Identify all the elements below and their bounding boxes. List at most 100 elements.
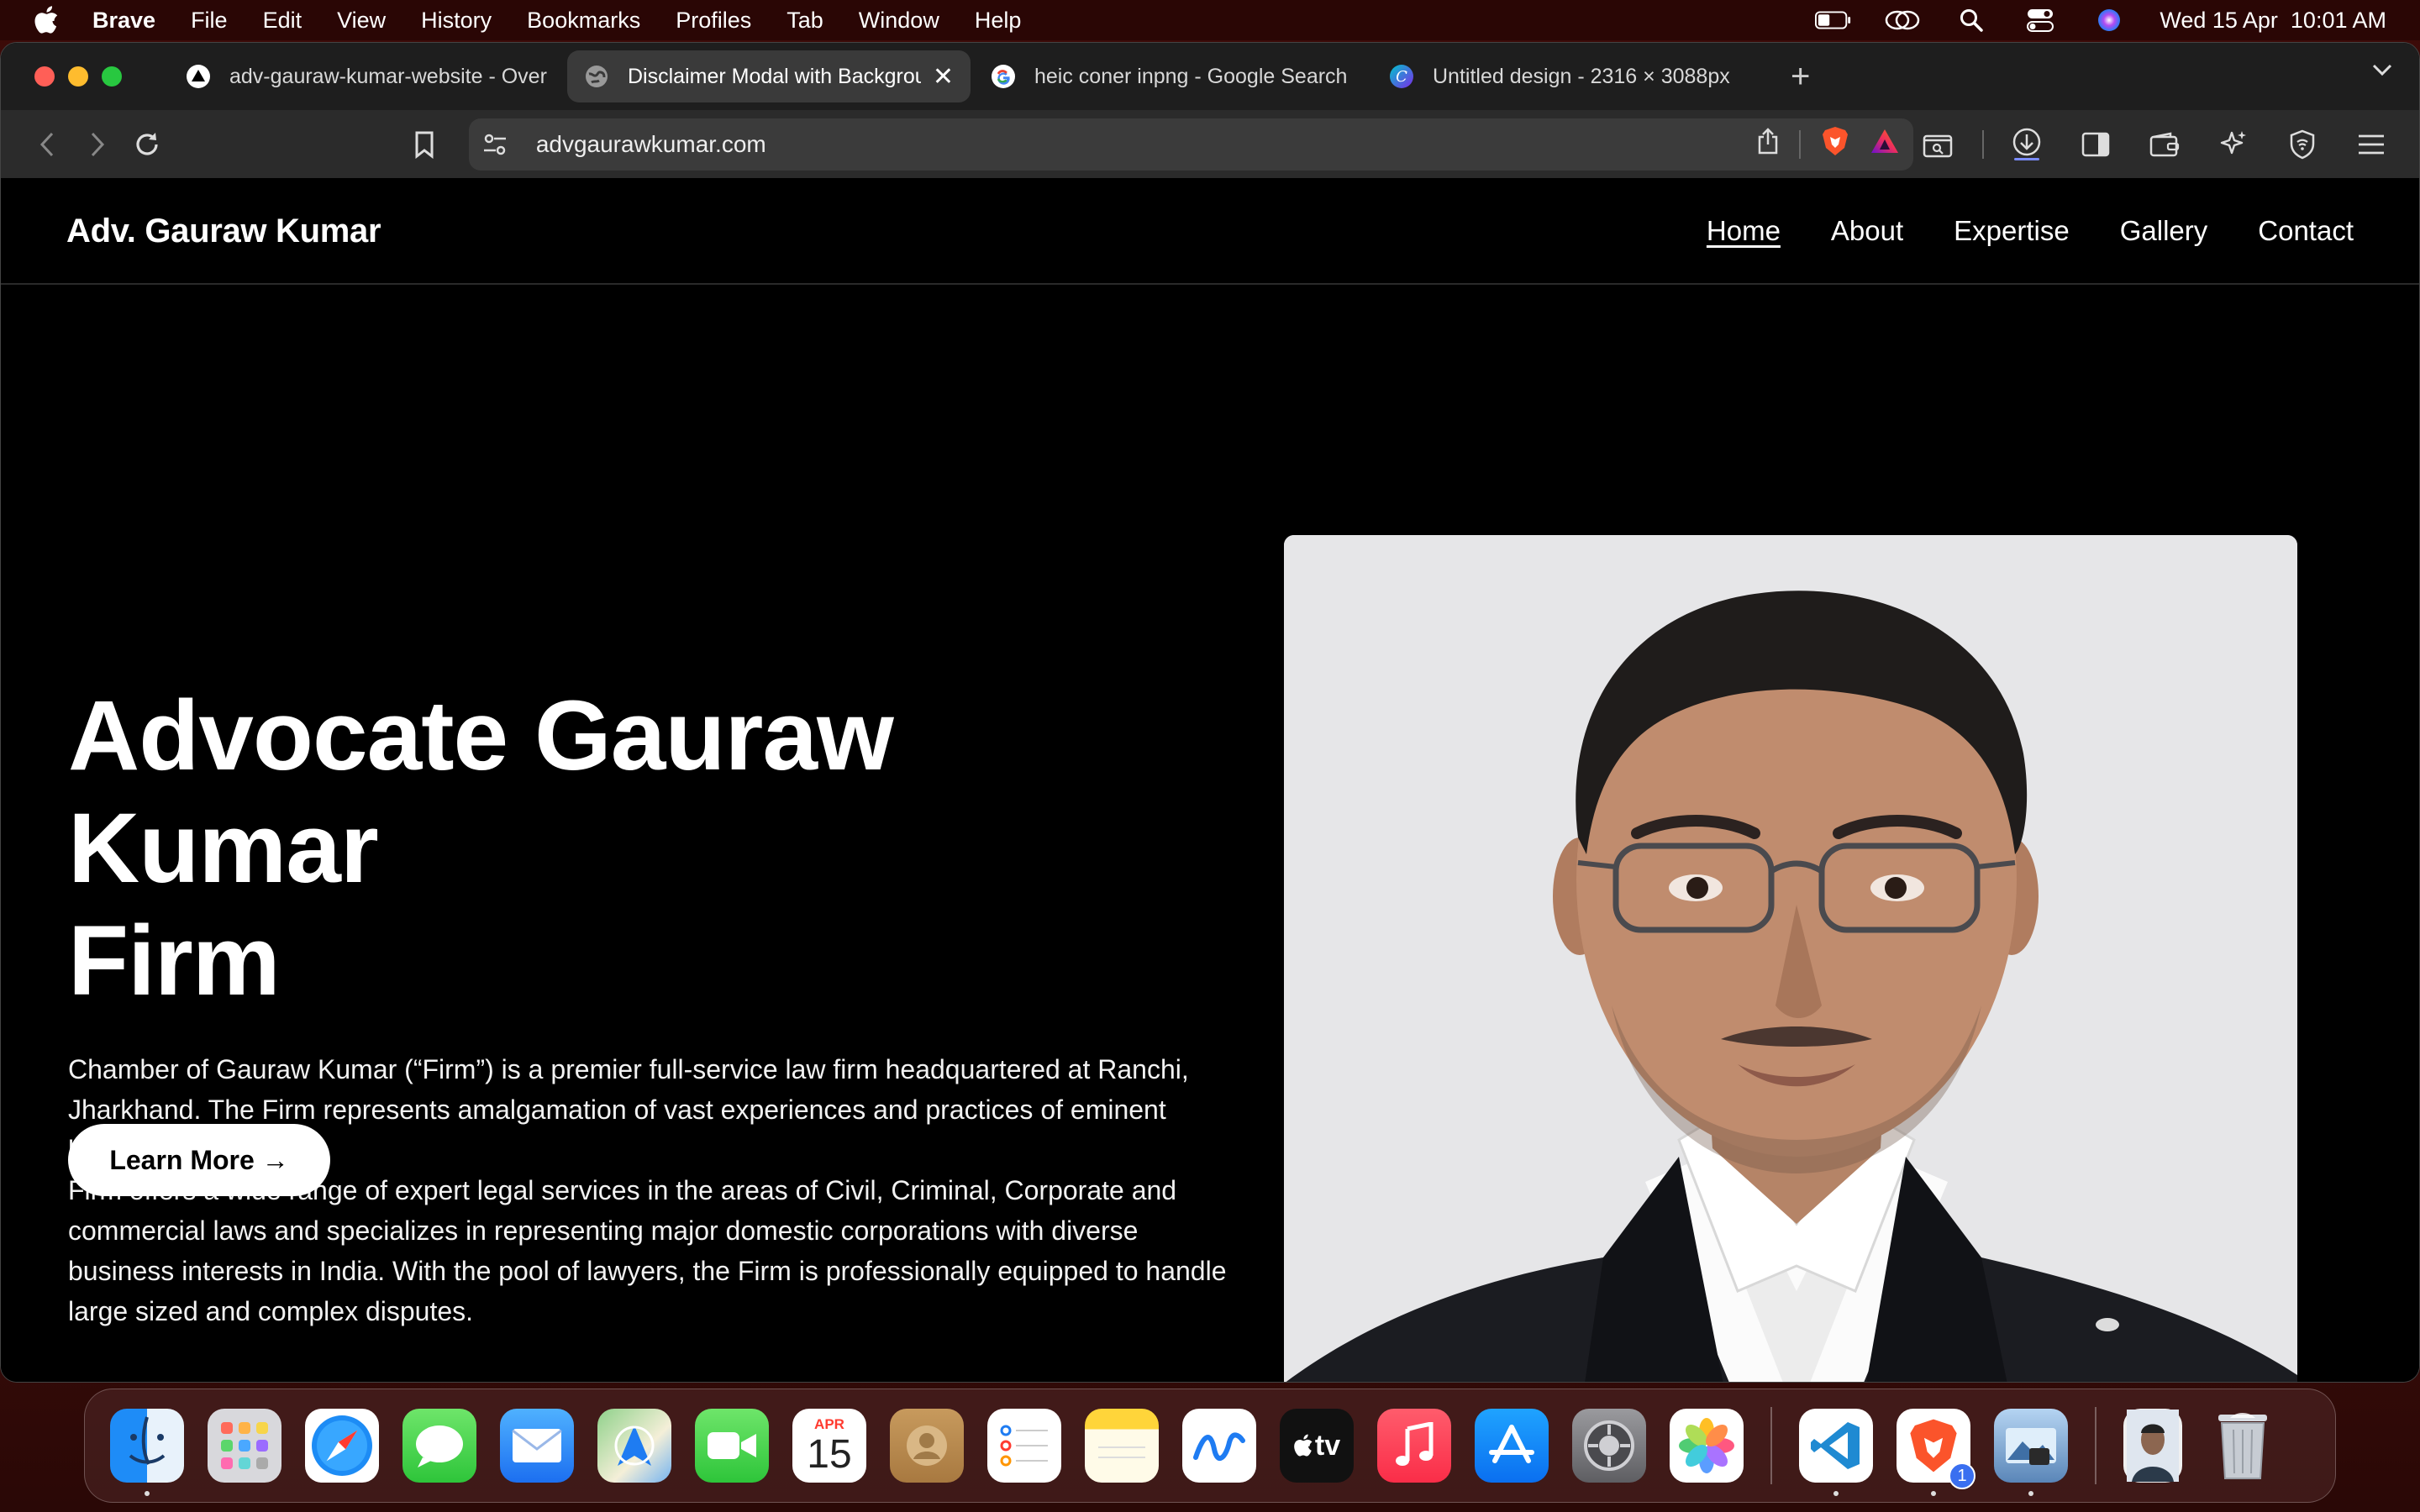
reload-icon[interactable] (123, 120, 171, 169)
maps-icon[interactable] (597, 1409, 671, 1483)
nav-link-gallery[interactable]: Gallery (2120, 215, 2208, 247)
recent-document-thumbnail[interactable] (2123, 1409, 2182, 1483)
share-icon[interactable] (1757, 127, 1779, 161)
system-settings-icon[interactable] (1572, 1409, 1646, 1483)
apple-icon[interactable] (34, 6, 60, 34)
site-brand-link[interactable]: Adv. Gauraw Kumar (66, 213, 381, 250)
contacts-icon[interactable] (890, 1409, 964, 1483)
brave-shields-icon[interactable] (1821, 125, 1849, 163)
nav-link-home[interactable]: Home (1707, 215, 1781, 247)
launchpad-icon[interactable] (208, 1409, 281, 1483)
nav-link-expertise[interactable]: Expertise (1954, 215, 2070, 247)
menu-view[interactable]: View (337, 8, 386, 34)
google-icon (991, 64, 1016, 89)
apple-tv-icon[interactable]: tv (1280, 1409, 1354, 1483)
tab-canva-design[interactable]: C Untitled design - 2316 × 3088px (1372, 50, 1767, 102)
back-arrow-icon[interactable] (23, 120, 71, 169)
music-icon[interactable] (1377, 1409, 1451, 1483)
chevron-down-icon[interactable] (2370, 61, 2394, 82)
siri-icon[interactable] (2091, 8, 2128, 33)
mail-icon[interactable] (500, 1409, 574, 1483)
reminders-icon[interactable] (987, 1409, 1061, 1483)
downloads-icon[interactable] (2002, 120, 2051, 169)
hero-paragraph-2: Firm offers a wide range of expert legal… (68, 1175, 1227, 1326)
running-indicator (1833, 1491, 1839, 1496)
zoom-window-button[interactable] (102, 66, 122, 87)
svg-text:C: C (1396, 68, 1407, 86)
new-tab-button[interactable]: + (1791, 58, 1810, 96)
freeform-icon[interactable] (1182, 1409, 1256, 1483)
reader-mode-icon[interactable] (1913, 120, 1962, 169)
site-navbar: Adv. Gauraw Kumar Home About Expertise G… (1, 179, 2419, 285)
brave-rewards-icon[interactable] (1870, 128, 1900, 160)
notes-icon[interactable] (1085, 1409, 1159, 1483)
menu-tab[interactable]: Tab (786, 8, 823, 34)
preview-icon[interactable] (1994, 1409, 2068, 1496)
hamburger-menu-icon[interactable] (2347, 120, 2396, 169)
address-bar[interactable]: advgaurawkumar.com (468, 118, 1914, 171)
browser-toolbar: advgaurawkumar.com (1, 110, 2419, 179)
portrait-illustration (1284, 535, 2297, 1382)
leo-ai-icon[interactable] (2209, 120, 2258, 169)
tab-google-search[interactable]: heic coner inpng - Google Search (974, 50, 1369, 102)
menu-help[interactable]: Help (975, 8, 1022, 34)
hero-title-line1: Advocate Gauraw Kumar (68, 680, 894, 904)
app-store-icon[interactable] (1475, 1409, 1549, 1483)
safari-icon[interactable] (305, 1409, 379, 1483)
canva-icon: C (1389, 64, 1414, 89)
close-tab-icon[interactable]: ✕ (933, 62, 954, 92)
tab-vercel-overview[interactable]: adv-gauraw-kumar-website - Overview (169, 50, 564, 102)
tab-title: heic coner inpng - Google Search (1034, 64, 1348, 88)
messages-icon[interactable] (402, 1409, 476, 1483)
vercel-icon (186, 64, 211, 89)
globe-icon (584, 64, 609, 89)
divider (1982, 129, 1985, 159)
menu-window[interactable]: Window (859, 8, 939, 34)
wallet-icon[interactable] (2140, 120, 2189, 169)
running-indicator (1931, 1491, 1936, 1496)
hero-title-line2: Firm (68, 906, 281, 1016)
control-center-icon[interactable] (2022, 8, 2059, 33)
brave-browser-icon[interactable]: 1 (1897, 1409, 1975, 1496)
search-icon[interactable] (1953, 8, 1990, 33)
browser-window: adv-gauraw-kumar-website - Overview Disc… (0, 42, 2420, 1383)
battery-icon[interactable] (1815, 8, 1852, 33)
nav-link-about[interactable]: About (1831, 215, 1903, 247)
facetime-icon[interactable] (695, 1409, 769, 1483)
forward-arrow-icon[interactable] (73, 120, 122, 169)
menu-edit[interactable]: Edit (263, 8, 302, 34)
photos-icon[interactable] (1670, 1409, 1744, 1483)
menu-app-name[interactable]: Brave (92, 8, 155, 34)
vscode-icon[interactable] (1799, 1409, 1873, 1496)
sidebar-toggle-icon[interactable] (2071, 120, 2120, 169)
close-window-button[interactable] (34, 66, 55, 87)
calendar-day: 15 (807, 1432, 852, 1477)
learn-more-button[interactable]: Learn More → (68, 1124, 330, 1196)
running-indicator (2028, 1491, 2033, 1496)
finder-icon[interactable] (110, 1409, 184, 1496)
menu-bookmarks[interactable]: Bookmarks (527, 8, 640, 34)
site-nav-links: Home About Expertise Gallery Contact (1707, 215, 2354, 247)
hero-text: Advocate Gauraw Kumar Firm Chamber of Ga… (68, 680, 1228, 1331)
tab-title: Disclaimer Modal with Background (628, 64, 921, 88)
tab-title: Untitled design - 2316 × 3088px (1433, 64, 1730, 88)
web-page: Adv. Gauraw Kumar Home About Expertise G… (1, 179, 2419, 1382)
url-text[interactable]: advgaurawkumar.com (536, 131, 1757, 158)
divider (1799, 129, 1802, 159)
bookmark-icon[interactable] (400, 120, 449, 169)
minimize-window-button[interactable] (68, 66, 88, 87)
vpn-shield-icon[interactable] (2278, 120, 2327, 169)
menu-file[interactable]: File (191, 8, 228, 34)
dock-divider (1770, 1407, 1772, 1484)
trash-icon[interactable] (2206, 1409, 2280, 1483)
site-settings-icon[interactable] (482, 133, 516, 156)
hero-section: Advocate Gauraw Kumar Firm Chamber of Ga… (1, 285, 2419, 1382)
macos-dock: APR 15 tv 1 (84, 1389, 2336, 1503)
calendar-icon[interactable]: APR 15 (792, 1409, 866, 1483)
menu-history[interactable]: History (421, 8, 492, 34)
menubar-clock[interactable]: Wed 15 Apr 10:01 AM (2160, 8, 2386, 34)
screen-mirroring-icon[interactable] (1884, 8, 1921, 33)
tab-disclaimer-modal[interactable]: Disclaimer Modal with Background ✕ (567, 50, 971, 102)
menu-profiles[interactable]: Profiles (676, 8, 751, 34)
nav-link-contact[interactable]: Contact (2258, 215, 2354, 247)
